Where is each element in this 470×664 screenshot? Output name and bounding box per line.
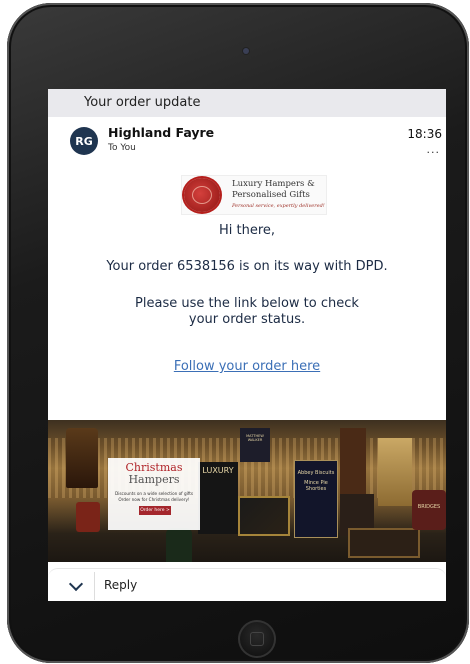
christmas-hampers-banner[interactable]: LUXURY MATTHEW WALKER Abbey Biscuits Min… <box>48 420 446 562</box>
gold-gift-box <box>238 496 290 536</box>
wax-seal-icon <box>184 178 220 212</box>
matthew-walker-label: MATTHEW WALKER <box>246 434 264 442</box>
order-here-button[interactable]: Order here > <box>139 506 171 515</box>
timestamp: 18:36 <box>407 127 442 141</box>
promo-card[interactable]: Christmas Hampers Discounts on a wide se… <box>108 458 200 530</box>
reply-bar[interactable]: Reply <box>48 568 446 601</box>
logo-line2: Personalised Gifts <box>232 190 310 200</box>
avatar[interactable]: RG <box>70 127 98 155</box>
biscuit-box <box>378 438 412 506</box>
promo-text-2: Order now for Christmas delivery! <box>118 497 190 502</box>
recipient-label: To You <box>108 143 136 153</box>
order-status-text: Your order 6538156 is on its way with DP… <box>106 259 388 274</box>
bridges-jar <box>412 490 446 530</box>
jar-product <box>66 428 98 488</box>
chevron-down-icon[interactable] <box>58 572 95 600</box>
bridges-label: BRIDGES <box>417 504 441 510</box>
more-options-icon[interactable]: ... <box>427 143 441 156</box>
email-screen: Your order update RG Highland Fayre To Y… <box>48 89 446 601</box>
luxury-label: LUXURY <box>202 466 234 475</box>
brand-logo: Luxury Hampers & Personalised Gifts Pers… <box>181 175 327 215</box>
logo-tagline: Personal service, expertly delivered! <box>232 203 325 209</box>
subject-bar: Your order update <box>48 89 446 117</box>
greeting: Hi there, <box>218 223 276 238</box>
logo-line1: Luxury Hampers & <box>232 179 315 189</box>
sender-name[interactable]: Highland Fayre <box>108 125 214 140</box>
tablet-frame: Your order update RG Highland Fayre To Y… <box>7 3 469 663</box>
instruction-text-1: Please use the link below to check <box>135 296 359 311</box>
mince-pie-label: Mince Pie Shorties <box>304 480 328 492</box>
abbey-biscuits-label: Abbey Biscuits <box>297 470 335 476</box>
home-button[interactable] <box>238 620 276 658</box>
sender-row: RG Highland Fayre To You 18:36 ... <box>48 117 446 163</box>
bottle <box>166 528 192 562</box>
email-subject: Your order update <box>84 95 201 110</box>
track-order-link[interactable]: Follow your order here <box>174 359 320 374</box>
tray-of-chocolates <box>348 528 420 558</box>
camera-icon <box>243 48 249 54</box>
instruction-text-2: your order status. <box>188 312 306 327</box>
track-order-link-row: Follow your order here <box>48 359 446 374</box>
jam-jar <box>76 502 100 532</box>
reply-button[interactable]: Reply <box>104 578 137 592</box>
promo-text-1: Discounts on a wide selection of gifts <box>114 491 194 496</box>
promo-subtitle: Hampers <box>128 473 180 486</box>
chocolate-bar <box>340 428 366 502</box>
